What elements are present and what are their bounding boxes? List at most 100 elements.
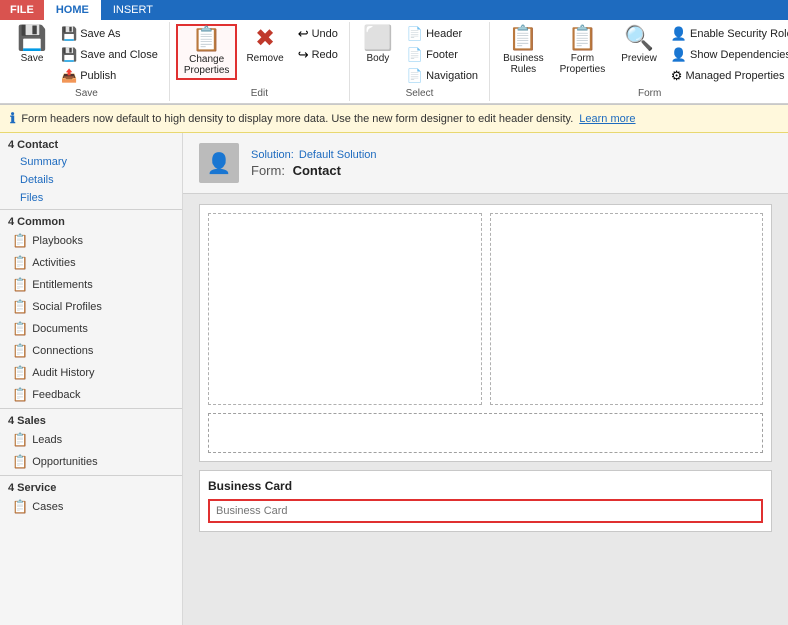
nav-item-opportunities[interactable]: 📋 Opportunities — [0, 451, 182, 473]
save-button[interactable]: 💾 Save — [10, 24, 54, 67]
social-profiles-icon: 📋 — [12, 299, 28, 315]
audit-history-icon: 📋 — [12, 365, 28, 381]
main-form-section — [199, 204, 772, 462]
nav-item-summary[interactable]: Summary — [0, 153, 182, 171]
feedback-icon: 📋 — [12, 387, 28, 403]
edit-group-label: Edit — [251, 88, 268, 99]
managed-properties-button[interactable]: ⚙ Managed Properties — [666, 66, 788, 86]
nav-label-entitlements: Entitlements — [32, 279, 93, 291]
contact-section-header: 4 Contact — [0, 133, 182, 153]
nav-item-activities[interactable]: 📋 Activities — [0, 252, 182, 274]
select-group-content: ⬜ Body 📄 Header 📄 Footer 📄 Navigation — [356, 24, 483, 86]
info-bar: ℹ Form headers now default to high densi… — [0, 105, 788, 133]
save-stack: 💾 Save As 💾 Save and Close 📤 Publish — [56, 24, 163, 86]
footer-icon: 📄 — [407, 47, 423, 63]
right-panel: 👤 Solution: Default Solution Form: Conta… — [183, 133, 788, 625]
nav-label-feedback: Feedback — [32, 389, 80, 401]
nav-label-opportunities: Opportunities — [32, 456, 97, 468]
nav-label-leads: Leads — [32, 434, 62, 446]
save-close-button[interactable]: 💾 Save and Close — [56, 45, 163, 65]
navigation-button[interactable]: 📄 Navigation — [402, 66, 483, 86]
save-icon: 💾 — [17, 27, 47, 51]
publish-button[interactable]: 📤 Publish — [56, 66, 163, 86]
remove-button[interactable]: ✖ Remove — [239, 24, 290, 67]
form-properties-button[interactable]: 📋 FormProperties — [553, 24, 613, 78]
undo-icon: ↩ — [298, 26, 309, 42]
tab-insert[interactable]: INSERT — [101, 0, 165, 20]
save-as-button[interactable]: 💾 Save As — [56, 24, 163, 44]
redo-button[interactable]: ↪ Redo — [293, 45, 343, 65]
main-layout: 4 Contact Summary Details Files 4 Common… — [0, 133, 788, 625]
nav-item-files[interactable]: Files — [0, 189, 182, 207]
edit-group-content: 📋 ChangeProperties ✖ Remove ↩ Undo ↪ Red… — [176, 24, 343, 86]
ribbon-content: 💾 Save 💾 Save As 💾 Save and Close 📤 Publ… — [0, 20, 788, 104]
enable-security-roles-button[interactable]: 👤 Enable Security Roles — [666, 24, 788, 44]
ribbon-group-edit: 📋 ChangeProperties ✖ Remove ↩ Undo ↪ Red… — [170, 22, 350, 101]
footer-button[interactable]: 📄 Footer — [402, 45, 483, 65]
ribbon-tab-bar: FILE HOME INSERT — [0, 0, 788, 20]
nav-item-playbooks[interactable]: 📋 Playbooks — [0, 230, 182, 252]
remove-icon: ✖ — [255, 27, 275, 51]
form-info: Solution: Default Solution Form: Contact — [251, 149, 377, 178]
connections-icon: 📋 — [12, 343, 28, 359]
nav-label-activities: Activities — [32, 257, 75, 269]
form-label: Form: — [251, 163, 285, 178]
select-group-label: Select — [406, 88, 434, 99]
managed-properties-icon: ⚙ — [671, 68, 683, 84]
cases-icon: 📋 — [12, 499, 28, 515]
service-section-header: 4 Service — [0, 475, 182, 496]
solution-value: Default Solution — [299, 149, 377, 161]
entitlements-icon: 📋 — [12, 277, 28, 293]
form-name-line: Form: Contact — [251, 163, 377, 178]
nav-item-documents[interactable]: 📋 Documents — [0, 318, 182, 340]
nav-item-audit-history[interactable]: 📋 Audit History — [0, 362, 182, 384]
undo-button[interactable]: ↩ Undo — [293, 24, 343, 44]
dependencies-icon: 👤 — [671, 47, 687, 63]
business-rules-button[interactable]: 📋 BusinessRules — [496, 24, 551, 78]
header-button[interactable]: 📄 Header — [402, 24, 483, 44]
nav-label-audit-history: Audit History — [32, 367, 94, 379]
form-group-label: Form — [638, 88, 661, 99]
change-properties-button[interactable]: 📋 ChangeProperties — [176, 24, 238, 80]
form-header-area: 👤 Solution: Default Solution Form: Conta… — [183, 133, 788, 194]
ribbon-group-save: 💾 Save 💾 Save As 💾 Save and Close 📤 Publ… — [4, 22, 170, 101]
nav-item-leads[interactable]: 📋 Leads — [0, 429, 182, 451]
nav-item-details[interactable]: Details — [0, 171, 182, 189]
form-value: Contact — [293, 163, 341, 178]
redo-icon: ↪ — [298, 47, 309, 63]
avatar: 👤 — [199, 143, 239, 183]
business-card-label: Business Card — [208, 479, 763, 493]
nav-item-connections[interactable]: 📋 Connections — [0, 340, 182, 362]
sales-section-header: 4 Sales — [0, 408, 182, 429]
form-properties-icon: 📋 — [567, 27, 597, 51]
nav-label-connections: Connections — [32, 345, 93, 357]
navigation-icon: 📄 — [407, 68, 423, 84]
nav-item-entitlements[interactable]: 📋 Entitlements — [0, 274, 182, 296]
preview-button[interactable]: 🔍 Preview — [614, 24, 664, 67]
tab-home[interactable]: HOME — [44, 0, 101, 20]
form-stack: 👤 Enable Security Roles 👤 Show Dependenc… — [666, 24, 788, 86]
form-column-2 — [490, 213, 764, 405]
body-icon: ⬜ — [363, 27, 393, 51]
nav-item-cases[interactable]: 📋 Cases — [0, 496, 182, 518]
nav-label-playbooks: Playbooks — [32, 235, 83, 247]
show-dependencies-button[interactable]: 👤 Show Dependencies — [666, 45, 788, 65]
save-as-icon: 💾 — [61, 26, 77, 42]
documents-icon: 📋 — [12, 321, 28, 337]
form-group-content: 📋 BusinessRules 📋 FormProperties 🔍 Previ… — [496, 24, 788, 86]
tab-file[interactable]: FILE — [0, 0, 44, 20]
info-icon: ℹ — [10, 110, 15, 127]
learn-more-link[interactable]: Learn more — [579, 113, 635, 125]
nav-item-feedback[interactable]: 📋 Feedback — [0, 384, 182, 406]
form-column-1 — [208, 213, 482, 405]
form-columns-area — [204, 209, 767, 409]
form-canvas: Business Card — [183, 194, 788, 542]
form-solution-line: Solution: Default Solution — [251, 149, 377, 161]
business-card-input[interactable] — [208, 499, 763, 523]
body-button[interactable]: ⬜ Body — [356, 24, 400, 67]
business-rules-icon: 📋 — [508, 27, 538, 51]
save-close-icon: 💾 — [61, 47, 77, 63]
nav-item-social-profiles[interactable]: 📋 Social Profiles — [0, 296, 182, 318]
undo-redo-stack: ↩ Undo ↪ Redo — [293, 24, 343, 65]
ribbon: FILE HOME INSERT 💾 Save 💾 Save As 💾 — [0, 0, 788, 105]
